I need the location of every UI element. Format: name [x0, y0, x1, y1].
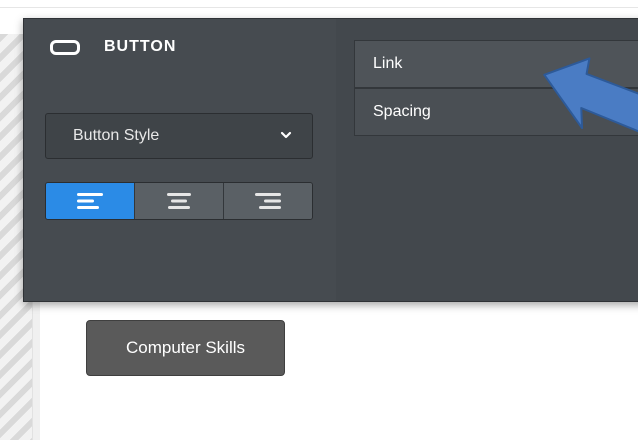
- pointer-arrow-icon: [543, 57, 638, 134]
- computer-skills-button[interactable]: Computer Skills: [86, 320, 285, 376]
- button-shape-icon: [50, 39, 80, 55]
- panel-title-row: BUTTON: [50, 38, 176, 56]
- tab-spacing-label: Spacing: [373, 103, 431, 120]
- button-style-value: Button Style: [73, 127, 160, 144]
- align-center-icon: [167, 193, 191, 209]
- panel-title: BUTTON: [104, 38, 177, 55]
- top-divider: [0, 7, 638, 8]
- alignment-button-group: [45, 182, 313, 220]
- panel-left-section: BUTTON Button Style: [24, 19, 337, 301]
- align-left-icon: [77, 193, 103, 209]
- align-right-icon: [255, 193, 281, 209]
- tab-link-label: Link: [373, 55, 403, 72]
- align-left-button[interactable]: [46, 183, 135, 219]
- computer-skills-button-label: Computer Skills: [125, 338, 246, 357]
- align-center-button[interactable]: [135, 183, 224, 219]
- chevron-down-icon: [280, 131, 292, 139]
- button-style-select[interactable]: Button Style: [45, 113, 313, 159]
- align-right-button[interactable]: [224, 183, 312, 219]
